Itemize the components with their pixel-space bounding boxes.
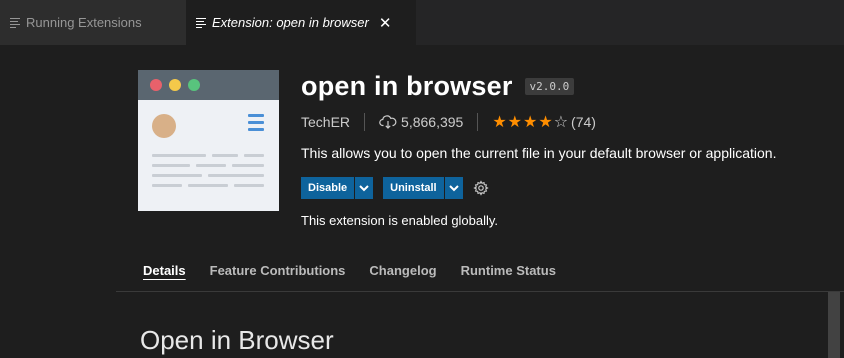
- separator: [364, 113, 366, 131]
- chevron-down-icon[interactable]: [355, 177, 374, 199]
- editor-tab-bar: Running Extensions Extension: open in br…: [0, 0, 844, 45]
- half-star-icon: ☆: [553, 114, 570, 131]
- extension-logo: [138, 70, 279, 211]
- logo-menu: [248, 114, 264, 135]
- disable-button-group: Disable: [301, 177, 374, 199]
- logo-dot-yellow: [169, 79, 181, 91]
- logo-line: [152, 174, 202, 177]
- logo-line: [188, 184, 228, 187]
- tab-runtime-status[interactable]: Runtime Status: [461, 263, 556, 278]
- extension-meta: TechER 5,866,395 ★★★★☆ (74): [301, 112, 596, 132]
- logo-line: [232, 164, 264, 167]
- extension-description: This allows you to open the current file…: [301, 145, 777, 161]
- extension-name: open in browser: [301, 71, 513, 101]
- action-buttons: Disable Uninstall: [301, 177, 489, 199]
- star-icons: ★★★★: [492, 114, 554, 131]
- tab-label: Extension: open in browser: [212, 15, 369, 30]
- details-nav: Details Feature Contributions Changelog …: [143, 263, 580, 278]
- extension-title-row: open in browser v2.0.0: [301, 71, 575, 102]
- publisher-link[interactable]: TechER: [301, 114, 350, 130]
- logo-avatar: [152, 114, 176, 138]
- tab-feature-contributions[interactable]: Feature Contributions: [210, 263, 346, 278]
- tab-running-extensions[interactable]: Running Extensions: [0, 0, 186, 45]
- readme-heading: Open in Browser: [140, 325, 334, 355]
- logo-line: [152, 184, 182, 187]
- logo-line: [212, 154, 238, 157]
- tab-extension-open-in-browser[interactable]: Extension: open in browser ✕: [186, 0, 416, 45]
- logo-line: [234, 184, 264, 187]
- uninstall-button[interactable]: Uninstall: [383, 177, 444, 199]
- nav-divider: [116, 291, 844, 292]
- enabled-status: This extension is enabled globally.: [301, 213, 499, 228]
- logo-dot-red: [150, 79, 162, 91]
- disable-button[interactable]: Disable: [301, 177, 355, 199]
- close-icon[interactable]: ✕: [379, 14, 392, 32]
- rating-stars[interactable]: ★★★★☆: [492, 112, 569, 132]
- logo-line: [152, 164, 190, 167]
- separator: [477, 113, 479, 131]
- logo-line: [196, 164, 226, 167]
- version-badge: v2.0.0: [524, 78, 575, 95]
- logo-line: [208, 174, 264, 177]
- logo-line: [244, 154, 264, 157]
- logo-line: [152, 154, 206, 157]
- list-icon: [10, 17, 20, 28]
- scrollbar-thumb[interactable]: [828, 292, 840, 358]
- chevron-down-icon[interactable]: [444, 177, 463, 199]
- tab-label: Running Extensions: [26, 15, 142, 30]
- cloud-download-icon: [379, 115, 397, 129]
- logo-dot-green: [188, 79, 200, 91]
- gear-icon[interactable]: [472, 180, 489, 196]
- rating-count: (74): [571, 114, 596, 130]
- uninstall-button-group: Uninstall: [383, 177, 463, 199]
- list-icon: [196, 17, 206, 28]
- install-count: 5,866,395: [401, 114, 464, 130]
- tab-details[interactable]: Details: [143, 263, 186, 278]
- tab-changelog[interactable]: Changelog: [369, 263, 436, 278]
